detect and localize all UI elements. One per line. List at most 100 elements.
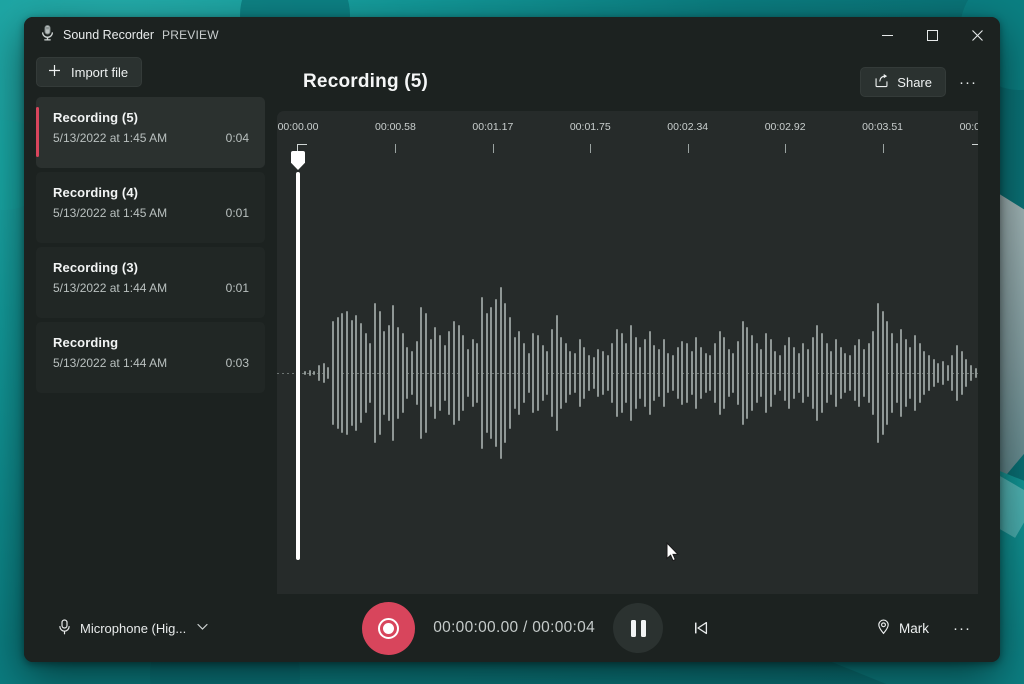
waveform-bar xyxy=(784,345,786,401)
location-pin-icon xyxy=(876,619,891,638)
waveform-bar xyxy=(528,353,530,393)
title-bar-drag-area[interactable] xyxy=(219,17,865,53)
waveform-bar xyxy=(369,343,371,403)
recording-list-item[interactable]: Recording (3) 5/13/2022 at 1:44 AM0:01 xyxy=(36,247,265,318)
chevron-down-icon xyxy=(197,623,208,634)
waveform-bar xyxy=(509,317,511,429)
preview-badge: PREVIEW xyxy=(162,28,219,42)
waveform-bar xyxy=(751,335,753,411)
waveform-bar xyxy=(896,343,898,403)
waveform-bar xyxy=(840,347,842,399)
recording-name: Recording (3) xyxy=(53,260,251,275)
time-separator: / xyxy=(523,619,528,636)
waveform-bar xyxy=(313,371,315,375)
waveform-bar xyxy=(872,331,874,415)
waveform-bar xyxy=(700,347,702,399)
waveform-bar xyxy=(574,353,576,393)
waveform-bar xyxy=(905,339,907,407)
microphone-label: Microphone (Hig... xyxy=(80,621,186,636)
waveform-bar xyxy=(616,329,618,417)
waveform-bar xyxy=(723,337,725,409)
recording-meta: 5/13/2022 at 1:44 AM0:03 xyxy=(53,356,251,370)
waveform-bar xyxy=(649,331,651,415)
recording-list-item[interactable]: Recording (5) 5/13/2022 at 1:45 AM0:04 xyxy=(36,97,265,168)
share-button[interactable]: Share xyxy=(860,67,946,97)
waveform-bar xyxy=(691,351,693,395)
waveform-bar xyxy=(947,365,949,381)
waveform-bar xyxy=(607,355,609,391)
waveform-bar xyxy=(635,337,637,409)
waveform-bar xyxy=(593,357,595,389)
waveform-bar xyxy=(900,329,902,417)
transport-more-button[interactable]: ··· xyxy=(946,613,978,643)
waveform-bar xyxy=(891,333,893,413)
import-file-button[interactable]: Import file xyxy=(36,57,142,87)
ellipsis-icon: ··· xyxy=(953,620,971,637)
window-controls xyxy=(865,17,1000,53)
transport-bar: Microphone (Hig... 00:00:00.00 / 00:00:0… xyxy=(24,594,1000,662)
waveform-bar xyxy=(821,333,823,413)
waveform-bar xyxy=(379,311,381,435)
timeline-tick-label: 00:04.09 xyxy=(960,121,978,133)
recording-name: Recording (5) xyxy=(53,110,251,125)
waveform-bar xyxy=(323,363,325,383)
waveform-bar xyxy=(877,303,879,443)
waveform-bar xyxy=(705,353,707,393)
waveform-bar xyxy=(579,339,581,407)
timeline-tick-label: 00:03.51 xyxy=(862,121,903,133)
waveform-bar xyxy=(928,355,930,391)
waveform-bar xyxy=(374,303,376,443)
waveform-bar xyxy=(798,353,800,393)
timeline-ruler[interactable]: 00:00.0000:00.5800:01.1700:01.7500:02.34… xyxy=(277,111,978,159)
title-bar-left: Sound Recorder PREVIEW xyxy=(24,24,219,46)
more-options-button[interactable]: ··· xyxy=(952,67,984,97)
recordings-list: Recording (5)5/13/2022 at 1:45 AM0:04Rec… xyxy=(24,97,277,393)
waveform-bar xyxy=(854,345,856,401)
recording-meta: 5/13/2022 at 1:45 AM0:04 xyxy=(53,131,251,145)
recording-list-item[interactable]: Recording5/13/2022 at 1:44 AM0:03 xyxy=(36,322,265,393)
mark-label: Mark xyxy=(899,621,929,636)
timeline-tick-label: 00:01.17 xyxy=(472,121,513,133)
waveform-bar xyxy=(467,349,469,397)
skip-previous-button[interactable] xyxy=(681,608,721,648)
waveform-bar xyxy=(653,345,655,401)
waveform-bar xyxy=(546,351,548,395)
recording-meta: 5/13/2022 at 1:45 AM0:01 xyxy=(53,206,251,220)
waveform-bar xyxy=(714,343,716,403)
waveform-panel[interactable]: 00:00.0000:00.5800:01.1700:01.7500:02.34… xyxy=(277,111,978,594)
microphone-selector[interactable]: Microphone (Hig... xyxy=(48,611,218,645)
waveform-bar xyxy=(728,349,730,397)
minimize-button[interactable] xyxy=(865,17,910,53)
waveform-bar xyxy=(975,368,977,378)
main-panel: Recording (5) Share ··· xyxy=(277,53,1000,594)
waveform-bar xyxy=(425,313,427,433)
maximize-button[interactable] xyxy=(910,17,955,53)
waveform-bar xyxy=(518,331,520,415)
recording-list-item[interactable]: Recording (4)5/13/2022 at 1:45 AM0:01 xyxy=(36,172,265,243)
waveform-bar xyxy=(444,345,446,401)
record-icon xyxy=(378,618,399,639)
timeline-tick-label: 00:02.34 xyxy=(667,121,708,133)
waveform-bar xyxy=(602,351,604,395)
waveform-bar xyxy=(472,339,474,407)
playhead-handle[interactable] xyxy=(291,151,305,170)
pause-button[interactable] xyxy=(613,603,663,653)
waveform-bar xyxy=(849,355,851,391)
recording-duration: 0:04 xyxy=(226,131,249,145)
record-button[interactable] xyxy=(362,602,415,655)
waveform-bar xyxy=(812,337,814,409)
recording-date: 5/13/2022 at 1:44 AM xyxy=(53,356,167,370)
waveform-bar xyxy=(686,343,688,403)
close-button[interactable] xyxy=(955,17,1000,53)
mark-button[interactable]: Mark xyxy=(865,611,940,645)
waveform-bar xyxy=(588,355,590,391)
recording-meta: 5/13/2022 at 1:44 AM0:01 xyxy=(53,281,251,295)
waveform-bar xyxy=(858,339,860,407)
skip-previous-icon xyxy=(692,619,710,637)
microphone-icon xyxy=(40,24,55,46)
waveform-bar xyxy=(537,335,539,411)
import-file-label: Import file xyxy=(71,65,128,80)
waveform-bar xyxy=(886,321,888,425)
waveform-bar xyxy=(919,343,921,403)
pause-icon xyxy=(631,620,636,637)
